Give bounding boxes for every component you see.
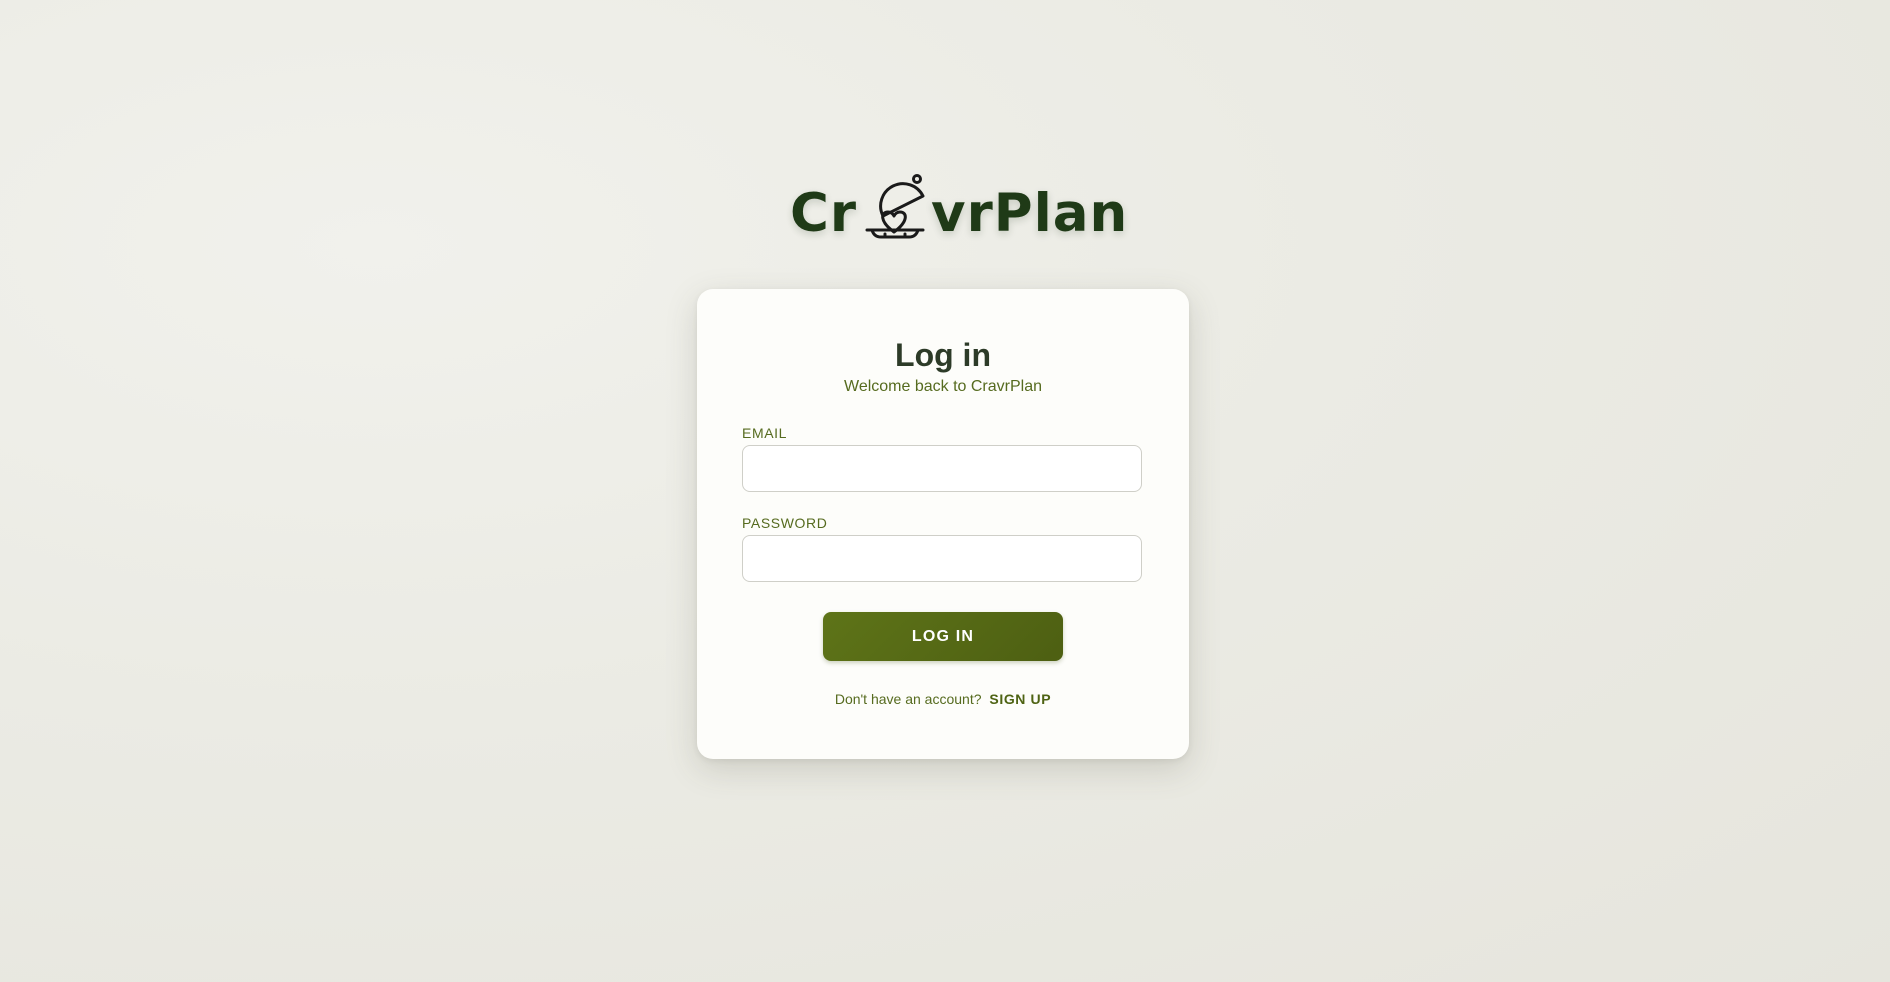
password-label: PASSWORD bbox=[742, 515, 828, 531]
password-field[interactable] bbox=[742, 535, 1142, 582]
email-label: EMAIL bbox=[742, 425, 788, 441]
login-card: Log in Welcome back to CravrPlan EMAIL P… bbox=[697, 289, 1189, 759]
brand-logo-suffix: vrPlan bbox=[931, 183, 1129, 244]
signup-row: Don't have an account? SIGN UP bbox=[697, 691, 1189, 707]
login-button[interactable]: LOG IN bbox=[823, 612, 1063, 661]
login-subtitle: Welcome back to CravrPlan bbox=[844, 378, 1042, 395]
login-title: Log in bbox=[895, 337, 991, 373]
signup-prompt: Don't have an account? bbox=[834, 691, 982, 707]
signup-link[interactable]: SIGN UP bbox=[989, 691, 1051, 707]
brand-logo-prefix: Cr bbox=[790, 183, 858, 244]
brand-logo: Cr vrPlan bbox=[790, 168, 1127, 244]
email-field[interactable] bbox=[742, 445, 1142, 492]
cloche-heart-icon bbox=[859, 168, 929, 244]
